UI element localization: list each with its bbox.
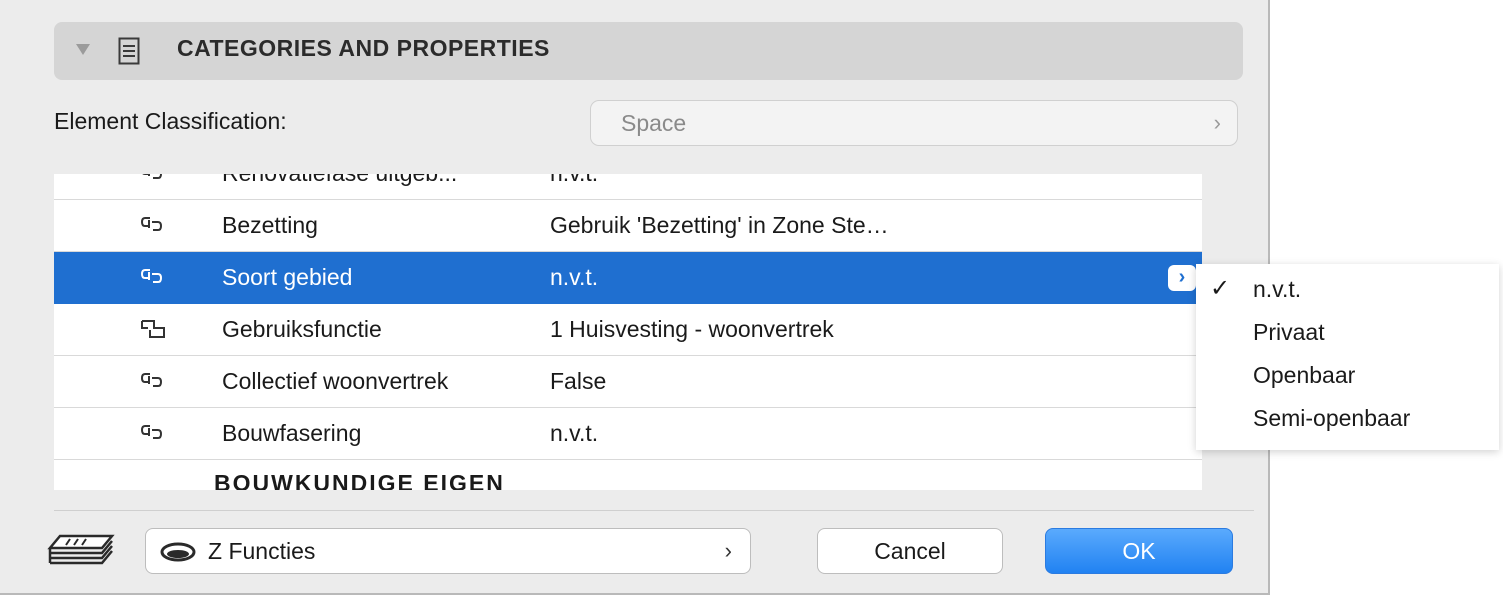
- table-row[interactable]: Collectief woonvertrek False: [54, 356, 1202, 408]
- menu-item[interactable]: n.v.t.: [1253, 276, 1301, 303]
- row-name: Collectief woonvertrek: [222, 368, 449, 394]
- table-row-selected[interactable]: Soort gebied n.v.t. ›: [54, 252, 1202, 304]
- row-name: Bezetting: [222, 212, 318, 238]
- table-row[interactable]: Renovatiefase uitgeb... n.v.t.: [54, 174, 1202, 200]
- layer-eye-icon: [160, 542, 196, 562]
- table-row[interactable]: Gebruiksfunctie 1 Huisvesting - woonvert…: [54, 304, 1202, 356]
- value-dropdown-menu: ✓ n.v.t. Privaat Openbaar Semi-openbaar: [1196, 264, 1499, 450]
- ok-button[interactable]: OK: [1045, 528, 1233, 574]
- classification-value: Space: [621, 110, 687, 136]
- link-icon: [140, 425, 163, 439]
- step-link-icon: [141, 320, 165, 338]
- link-icon: [140, 269, 163, 283]
- next-group-label: BOUWKUNDIGE EIGEN: [214, 470, 505, 490]
- cancel-button[interactable]: Cancel: [817, 528, 1003, 574]
- row-value: 1 Huisvesting - woonvertrek: [550, 316, 834, 342]
- row-value: n.v.t.: [550, 174, 598, 187]
- value-dropdown-button[interactable]: ›: [1168, 265, 1196, 291]
- row-value: False: [550, 368, 607, 394]
- link-icon: [140, 373, 163, 387]
- classification-select[interactable]: Space ›: [590, 100, 1238, 146]
- row-value: n.v.t.: [550, 264, 599, 290]
- layer-select[interactable]: Z Functies ›: [145, 528, 751, 574]
- row-name: Gebruiksfunctie: [222, 316, 382, 342]
- link-icon: [142, 174, 163, 179]
- collapse-triangle-icon[interactable]: [76, 44, 90, 55]
- row-name: Bouwfasering: [222, 420, 362, 446]
- menu-item[interactable]: Openbaar: [1253, 362, 1355, 389]
- classification-label: Element Classification:: [54, 108, 287, 134]
- section-header[interactable]: CATEGORIES AND PROPERTIES: [54, 22, 1243, 80]
- properties-table: Renovatiefase uitgeb... n.v.t. Bezetting…: [54, 174, 1238, 490]
- divider: [54, 510, 1254, 511]
- document-icon: [118, 37, 140, 65]
- link-icon: [140, 217, 163, 231]
- row-value: n.v.t.: [550, 420, 599, 446]
- row-value: Gebruik 'Bezetting' in Zone Ste…: [550, 212, 889, 238]
- layer-label: Z Functies: [208, 538, 316, 564]
- row-name: Renovatiefase uitgeb...: [222, 174, 457, 187]
- layers-icon[interactable]: [46, 532, 118, 572]
- section-title: CATEGORIES AND PROPERTIES: [177, 35, 550, 61]
- checkmark-icon: ✓: [1210, 275, 1231, 302]
- menu-item[interactable]: Semi-openbaar: [1253, 405, 1410, 432]
- row-name: Soort gebied: [222, 264, 353, 290]
- chevron-right-icon: ›: [724, 538, 732, 563]
- table-row[interactable]: Bezetting Gebruik 'Bezetting' in Zone St…: [54, 200, 1202, 252]
- settings-dialog: CATEGORIES AND PROPERTIES Element Classi…: [0, 0, 1270, 595]
- menu-item[interactable]: Privaat: [1253, 319, 1325, 346]
- table-row[interactable]: Bouwfasering n.v.t.: [54, 408, 1202, 460]
- chevron-right-icon: ›: [1213, 110, 1221, 135]
